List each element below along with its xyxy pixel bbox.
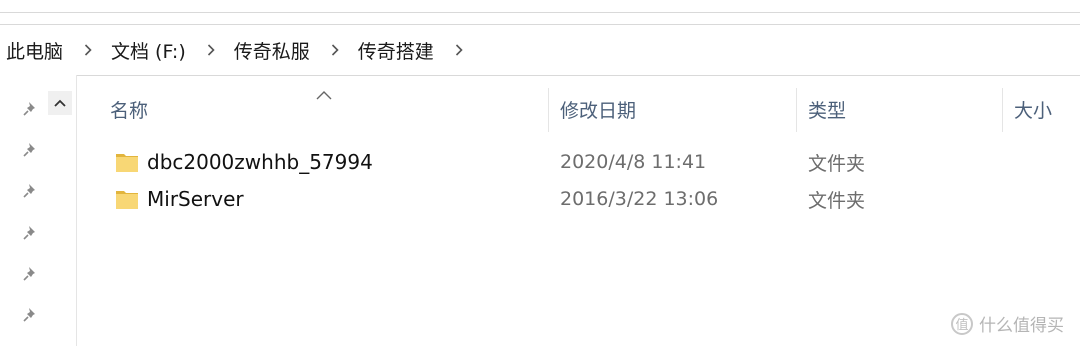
file-row[interactable]: MirServer 2016/3/22 13:06 文件夹 (77, 181, 1080, 217)
breadcrumb-this-pc[interactable]: 此电脑 (0, 37, 69, 64)
folder-icon (115, 187, 139, 211)
file-name: MirServer (147, 187, 244, 211)
file-type: 文件夹 (808, 152, 866, 175)
file-modified: 2016/3/22 13:06 (560, 188, 719, 210)
folder-icon (115, 150, 139, 174)
pin-icon[interactable] (20, 305, 40, 325)
column-divider[interactable] (1002, 88, 1003, 132)
address-bar[interactable]: 此电脑 文档 (F:) 传奇私服 传奇搭建 (0, 24, 1080, 76)
pin-icon[interactable] (20, 99, 40, 119)
breadcrumb-folder-2[interactable]: 传奇搭建 (352, 37, 440, 64)
column-header-size[interactable]: 大小 (1014, 86, 1052, 132)
column-divider[interactable] (796, 88, 797, 132)
column-divider[interactable] (548, 88, 549, 132)
watermark-text: 什么值得买 (979, 316, 1064, 336)
chevron-right-icon[interactable] (204, 43, 218, 57)
column-header-modified[interactable]: 修改日期 (560, 86, 636, 132)
column-header-name[interactable]: 名称 (110, 86, 148, 132)
scroll-up-icon[interactable] (48, 91, 72, 115)
watermark: 值 什么值得买 (951, 311, 1064, 336)
file-type: 文件夹 (808, 189, 866, 212)
chevron-right-icon[interactable] (81, 43, 95, 57)
column-header-type[interactable]: 类型 (808, 86, 846, 132)
file-name: dbc2000zwhhb_57994 (147, 150, 373, 174)
column-header-row: 名称 修改日期 类型 大小 (77, 86, 1080, 132)
pin-icon[interactable] (20, 181, 40, 201)
pin-icon[interactable] (20, 223, 40, 243)
breadcrumb-folder-1[interactable]: 传奇私服 (228, 37, 316, 64)
file-modified: 2020/4/8 11:41 (560, 151, 707, 173)
pin-icon[interactable] (20, 140, 40, 160)
chevron-right-icon[interactable] (328, 43, 342, 57)
breadcrumb-drive[interactable]: 文档 (F:) (105, 37, 192, 64)
ribbon-bottom-edge (0, 0, 1080, 13)
watermark-logo-icon: 值 (951, 312, 973, 335)
chevron-right-icon[interactable] (452, 43, 466, 57)
navigation-pane (0, 75, 77, 346)
pin-icon[interactable] (20, 264, 40, 284)
file-row[interactable]: dbc2000zwhhb_57994 2020/4/8 11:41 文件夹 (77, 144, 1080, 180)
